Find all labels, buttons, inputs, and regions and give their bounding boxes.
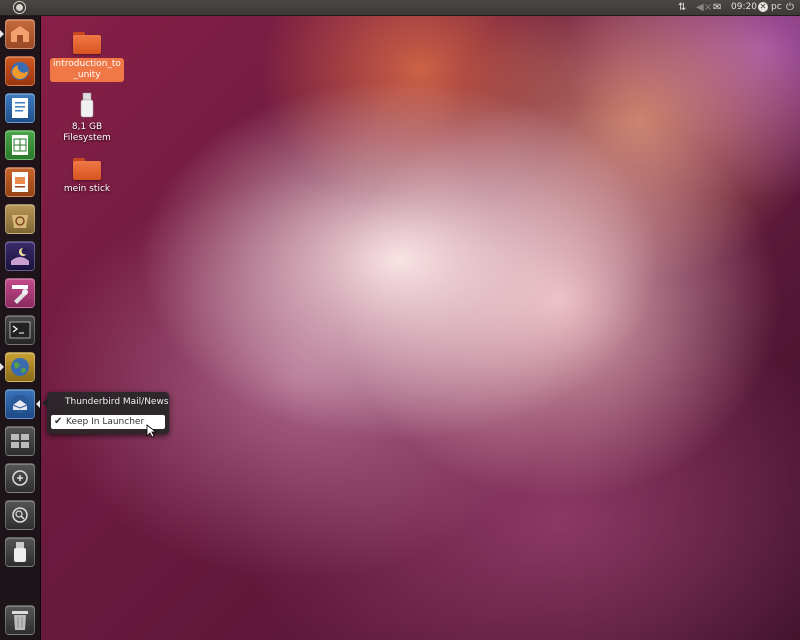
desktop-icon-label: mein stick — [63, 184, 111, 194]
launcher-item-trash[interactable] — [5, 605, 35, 635]
checkmark-icon: ✔ — [54, 416, 63, 427]
search-icon — [12, 470, 28, 486]
terminal-icon — [9, 321, 31, 339]
launcher — [0, 16, 41, 640]
files-search-icon — [12, 507, 28, 523]
launcher-item-thunderbird[interactable] — [5, 389, 35, 419]
launcher-item-libreoffice-writer[interactable] — [5, 93, 35, 123]
ubuntu-logo-icon[interactable] — [13, 1, 26, 14]
firefox-icon — [11, 62, 29, 80]
launcher-item-usb-drive[interactable] — [5, 537, 35, 567]
active-indicator — [36, 400, 40, 408]
globe-icon — [11, 358, 29, 376]
software-center-icon — [12, 215, 28, 228]
desktop-icon-mein-stick[interactable]: mein stick — [47, 158, 127, 195]
trash-icon — [12, 611, 28, 630]
launcher-item-libreoffice-calc[interactable] — [5, 130, 35, 160]
usb-drive-icon — [14, 542, 26, 562]
mail-icon[interactable]: ✉ — [713, 1, 721, 14]
ubuntu-one-icon — [11, 247, 29, 265]
launcher-item-firefox[interactable] — [5, 56, 35, 86]
folder-icon — [73, 32, 101, 54]
launcher-item-dash-files[interactable] — [5, 500, 35, 530]
launcher-item-libreoffice-impress[interactable] — [5, 167, 35, 197]
desktop-icon-label: 8,1 GB Filesystem — [63, 122, 111, 143]
user-name[interactable]: pc — [771, 1, 782, 14]
power-icon[interactable]: ⏻ — [786, 1, 794, 14]
clock[interactable]: 09:20 — [731, 1, 757, 14]
usb-drive-icon — [80, 92, 94, 118]
mouse-cursor-icon — [146, 424, 156, 438]
writer-icon — [12, 98, 28, 118]
settings-icon — [12, 285, 28, 304]
user-status-icon[interactable]: ✕ — [758, 2, 768, 12]
quicklist-item-label: Keep In Launcher — [66, 417, 145, 427]
impress-icon — [12, 172, 28, 192]
volume-muted-icon[interactable]: ◀× — [696, 1, 712, 14]
top-panel: ⇅ ◀× ✉ 09:20 ✕ pc ⏻ — [0, 0, 800, 16]
network-icon[interactable]: ⇅ — [678, 1, 686, 14]
launcher-item-home-folder[interactable] — [5, 19, 35, 49]
quicklist-title: Thunderbird Mail/News — [65, 397, 169, 407]
launcher-item-workspace-switcher[interactable] — [5, 426, 35, 456]
launcher-item-system-settings[interactable] — [5, 278, 35, 308]
running-indicator — [0, 30, 4, 38]
launcher-item-ubuntu-one[interactable] — [5, 241, 35, 271]
thunderbird-icon — [11, 395, 29, 413]
folder-icon — [73, 158, 101, 180]
home-folder-icon — [11, 26, 29, 42]
running-indicator — [0, 363, 4, 371]
workspace-icon — [11, 434, 29, 448]
launcher-item-web-browser[interactable] — [5, 352, 35, 382]
desktop-icon-label: introduction_to_unity — [50, 58, 124, 82]
launcher-item-ubuntu-software-center[interactable] — [5, 204, 35, 234]
desktop-icon-introduction-to-unity[interactable]: introduction_to_unity — [47, 32, 127, 82]
launcher-item-terminal[interactable] — [5, 315, 35, 345]
launcher-item-dash-search[interactable] — [5, 463, 35, 493]
calc-icon — [12, 135, 28, 155]
desktop-icon-filesystem[interactable]: 8,1 GB Filesystem — [47, 92, 127, 144]
